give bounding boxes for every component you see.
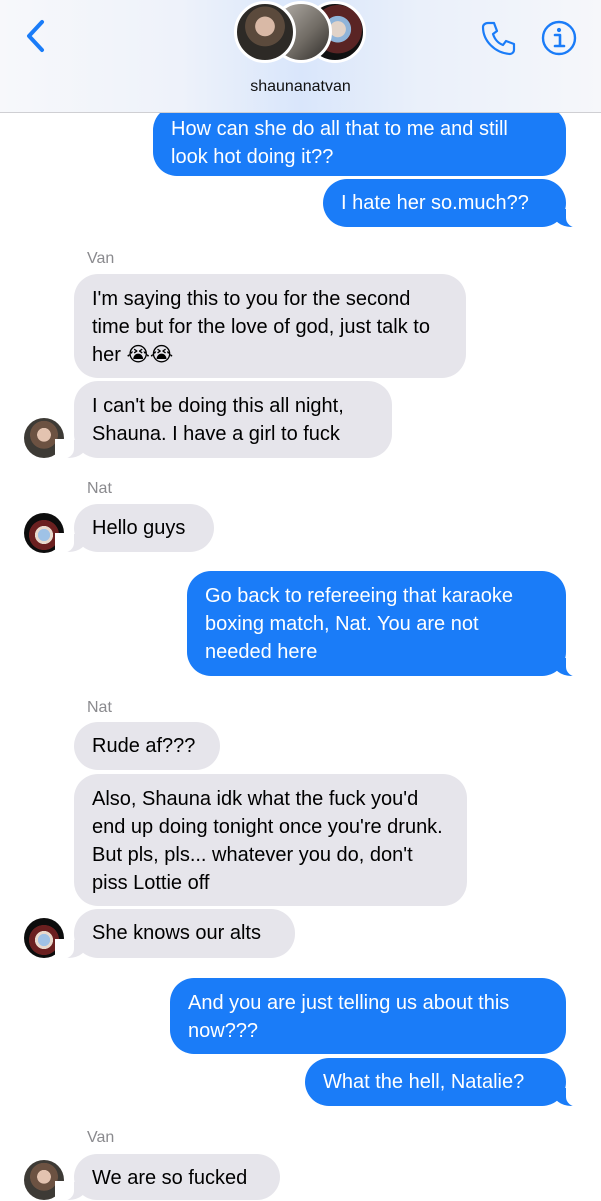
message-bubble-incoming[interactable]: I'm saying this to you for the second ti… (74, 274, 466, 378)
message-bubble-outgoing[interactable]: And you are just telling us about this n… (170, 978, 566, 1054)
message-bubble-incoming[interactable]: Also, Shauna idk what the fuck you'd end… (74, 774, 467, 906)
sender-name: Nat (87, 699, 112, 716)
sender-name: Van (87, 1129, 115, 1146)
message-text: What the hell, Natalie? (323, 1071, 525, 1093)
message-text: She knows our alts (92, 922, 261, 944)
message-text: We are so fucked (92, 1167, 248, 1189)
message-bubble-incoming[interactable]: She knows our alts (55, 909, 295, 959)
conversation-header: shaunanatvan (0, 0, 601, 113)
message-text: Go back to refereeing that karaoke boxin… (205, 585, 513, 663)
message-thread[interactable]: How can she do all that to me and still … (0, 0, 601, 1201)
message-text: Hello guys (92, 517, 186, 539)
avatar-participant (234, 1, 296, 63)
group-avatars[interactable] (234, 0, 368, 66)
sender-name: Van (87, 250, 115, 267)
message-bubble-incoming[interactable]: I can't be doing this all night, Shauna.… (55, 381, 392, 459)
conversation-title[interactable]: shaunanatvan (0, 78, 601, 96)
back-button[interactable] (14, 14, 58, 58)
message-bubble-outgoing[interactable]: Go back to refereeing that karaoke boxin… (187, 571, 585, 677)
message-bubble-incoming[interactable]: We are so fucked (55, 1154, 280, 1201)
info-button[interactable] (537, 16, 581, 60)
phone-icon (481, 21, 516, 56)
info-icon (541, 20, 577, 56)
message-bubble-outgoing[interactable]: How can she do all that to me and still … (153, 106, 566, 176)
message-bubble-incoming[interactable]: Hello guys (55, 504, 214, 553)
sender-name: Nat (87, 480, 112, 497)
message-text: I can't be doing this all night, Shauna.… (92, 395, 344, 445)
call-button[interactable] (476, 16, 520, 60)
message-text: I hate her so.much?? (341, 192, 529, 214)
chevron-left-icon (27, 20, 44, 52)
message-bubble-outgoing[interactable]: What the hell, Natalie? (305, 1058, 585, 1107)
message-bubble-outgoing[interactable]: I hate her so.much?? (323, 179, 585, 228)
message-bubble-incoming[interactable]: Rude af??? (74, 722, 220, 770)
